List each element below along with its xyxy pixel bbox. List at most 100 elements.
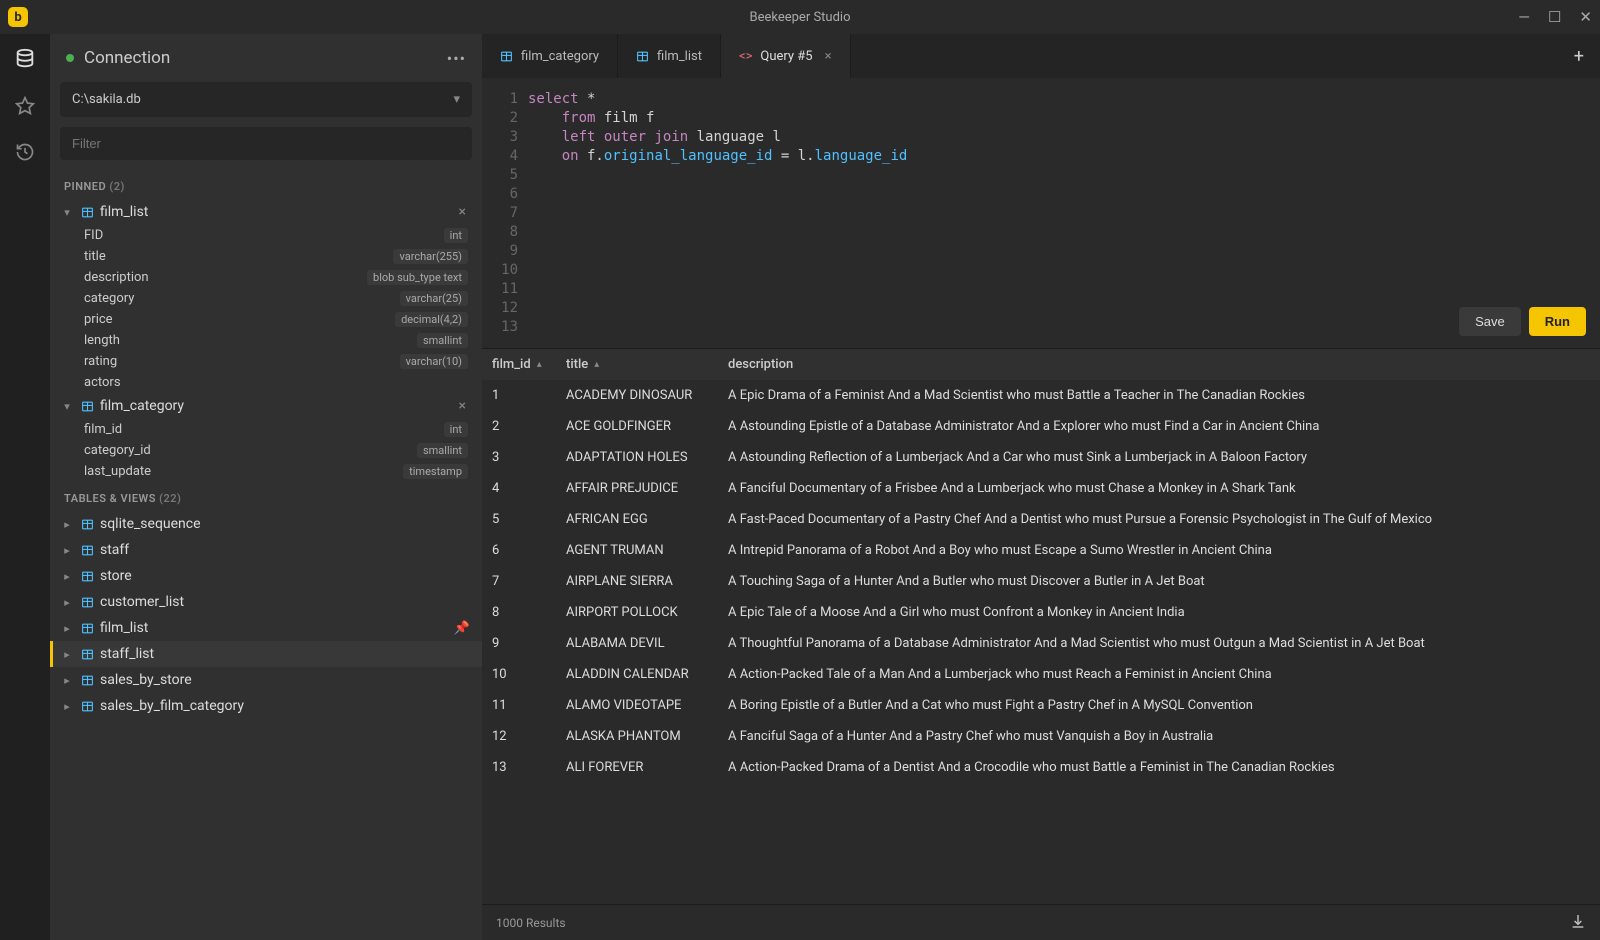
cell-film-id: 2 [482, 419, 556, 434]
table-name: film_list [100, 620, 454, 636]
column-row[interactable]: titlevarchar(255) [50, 246, 482, 267]
pinned-table-item[interactable]: ▾ film_category× [50, 393, 482, 419]
table-item[interactable]: ▸store [50, 563, 482, 589]
cell-title: AFRICAN EGG [556, 512, 718, 527]
column-name: film_id [84, 422, 444, 437]
query-tab[interactable]: <>Query #5× [721, 34, 851, 78]
table-row[interactable]: 2ACE GOLDFINGERA Astounding Epistle of a… [482, 411, 1600, 442]
table-item[interactable]: ▸ customer_list [50, 589, 482, 615]
table-item[interactable]: ▸sqlite_sequence [50, 511, 482, 537]
chevron-right-icon: ▸ [60, 674, 74, 687]
history-icon[interactable] [15, 142, 35, 166]
column-row[interactable]: pricedecimal(4,2) [50, 309, 482, 330]
cell-description: A Astounding Epistle of a Database Admin… [718, 419, 1600, 434]
column-header[interactable]: title▴ [556, 349, 718, 380]
column-type: varchar(25) [400, 291, 468, 306]
column-type: int [444, 228, 468, 243]
table-item[interactable]: ▸film_list📌 [50, 615, 482, 641]
database-icon[interactable] [14, 48, 36, 74]
cell-film-id: 8 [482, 605, 556, 620]
table-name: film_category [100, 398, 455, 414]
table-row[interactable]: 11ALAMO VIDEOTAPEA Boring Epistle of a B… [482, 690, 1600, 721]
table-icon [80, 699, 94, 713]
column-header[interactable]: description [718, 349, 1600, 380]
window-minimize-button[interactable]: — [1518, 8, 1530, 26]
sort-icon: ▴ [594, 359, 599, 370]
chevron-down-icon: ▾ [60, 400, 74, 413]
table-row[interactable]: 5AFRICAN EGGA Fast-Paced Documentary of … [482, 504, 1600, 535]
unpin-button[interactable]: × [455, 398, 470, 414]
column-row[interactable]: category_idsmallint [50, 440, 482, 461]
download-button[interactable] [1570, 913, 1586, 932]
column-name: last_update [84, 464, 403, 479]
column-row[interactable]: film_idint [50, 419, 482, 440]
table-row[interactable]: 12ALASKA PHANTOMA Fanciful Saga of a Hun… [482, 721, 1600, 752]
unpin-button[interactable]: × [455, 204, 470, 220]
run-button[interactable]: Run [1529, 307, 1586, 336]
database-selector[interactable]: C:\sakila.db ▾ [60, 82, 472, 117]
column-type: varchar(255) [393, 249, 468, 264]
table-row[interactable]: 1ACADEMY DINOSAURA Epic Drama of a Femin… [482, 380, 1600, 411]
results-body[interactable]: 1ACADEMY DINOSAURA Epic Drama of a Femin… [482, 380, 1600, 904]
table-row[interactable]: 9ALABAMA DEVILA Thoughtful Panorama of a… [482, 628, 1600, 659]
table-name: sales_by_film_category [100, 698, 470, 714]
table-item[interactable]: ▸staff [50, 537, 482, 563]
window-maximize-button[interactable]: ☐ [1548, 8, 1561, 26]
connection-menu-button[interactable]: ••• [447, 49, 466, 68]
sql-editor[interactable]: 12345678910111213 select * from film f l… [482, 78, 1600, 348]
cell-title: ALADDIN CALENDAR [556, 667, 718, 682]
table-item[interactable]: ▸sales_by_film_category [50, 693, 482, 719]
cell-film-id: 7 [482, 574, 556, 589]
column-name: FID [84, 228, 444, 243]
chevron-right-icon: ▸ [60, 596, 74, 609]
column-header[interactable]: film_id▴ [482, 349, 556, 380]
cell-title: AIRPORT POLLOCK [556, 605, 718, 620]
cell-description: A Fanciful Documentary of a Frisbee And … [718, 481, 1600, 496]
column-row[interactable]: FIDint [50, 225, 482, 246]
favorites-icon[interactable] [15, 96, 35, 120]
cell-description: A Astounding Reflection of a Lumberjack … [718, 450, 1600, 465]
pinned-table-item[interactable]: ▾film_list× [50, 199, 482, 225]
table-item[interactable]: ▸sales_by_store [50, 667, 482, 693]
save-button[interactable]: Save [1459, 307, 1521, 336]
connection-label: Connection [84, 48, 447, 68]
cell-film-id: 3 [482, 450, 556, 465]
cell-title: ALASKA PHANTOM [556, 729, 718, 744]
table-row[interactable]: 4AFFAIR PREJUDICEA Fanciful Documentary … [482, 473, 1600, 504]
pin-icon: 📌 [454, 621, 470, 636]
table-item[interactable]: ▸staff_list [50, 641, 482, 667]
table-icon [80, 399, 94, 413]
column-name: category [84, 291, 400, 306]
table-icon [80, 621, 94, 635]
table-row[interactable]: 3ADAPTATION HOLESA Astounding Reflection… [482, 442, 1600, 473]
chevron-right-icon: ▸ [60, 518, 74, 531]
table-row[interactable]: 8AIRPORT POLLOCKA Epic Tale of a Moose A… [482, 597, 1600, 628]
column-name: rating [84, 354, 400, 369]
column-row[interactable]: descriptionblob sub_type text [50, 267, 482, 288]
table-tab[interactable]: film_category [482, 34, 618, 78]
table-row[interactable]: 10ALADDIN CALENDARA Action-Packed Tale o… [482, 659, 1600, 690]
filter-input[interactable] [60, 127, 472, 160]
column-row[interactable]: actors [50, 372, 482, 393]
column-type: blob sub_type text [367, 270, 468, 285]
column-row[interactable]: ratingvarchar(10) [50, 351, 482, 372]
column-type: timestamp [403, 464, 468, 479]
window-close-button[interactable]: ✕ [1579, 8, 1592, 26]
cell-description: A Boring Epistle of a Butler And a Cat w… [718, 698, 1600, 713]
table-tab[interactable]: film_list [618, 34, 721, 78]
column-row[interactable]: lengthsmallint [50, 330, 482, 351]
column-row[interactable]: categoryvarchar(25) [50, 288, 482, 309]
new-tab-button[interactable]: + [1558, 34, 1600, 78]
column-row[interactable]: last_updatetimestamp [50, 461, 482, 482]
table-name: customer_list [100, 594, 470, 610]
sort-icon: ▴ [537, 359, 542, 370]
cell-description: A Thoughtful Panorama of a Database Admi… [718, 636, 1600, 651]
chevron-right-icon: ▸ [60, 648, 74, 661]
table-row[interactable]: 7AIRPLANE SIERRAA Touching Saga of a Hun… [482, 566, 1600, 597]
chevron-right-icon: ▸ [60, 570, 74, 583]
tab-close-button[interactable]: × [825, 49, 832, 64]
code-icon: <> [739, 49, 752, 64]
column-name: description [84, 270, 367, 285]
table-row[interactable]: 13ALI FOREVERA Action-Packed Drama of a … [482, 752, 1600, 783]
table-row[interactable]: 6AGENT TRUMANA Intrepid Panorama of a Ro… [482, 535, 1600, 566]
